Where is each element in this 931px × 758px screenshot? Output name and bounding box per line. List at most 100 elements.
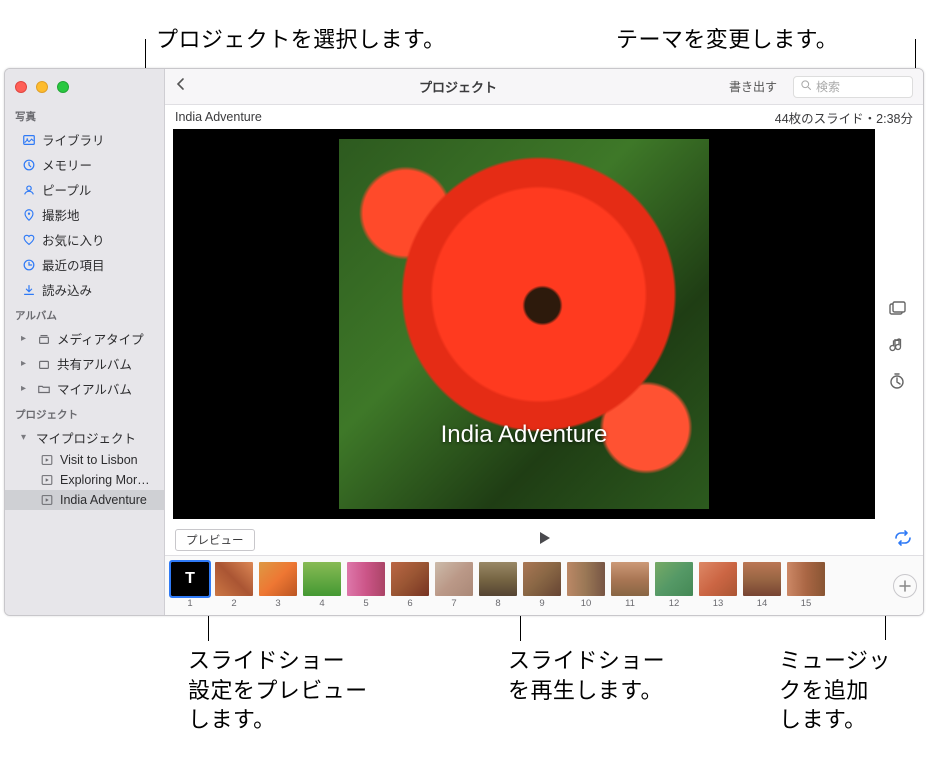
sidebar-item-label: Visit to Lisbon <box>60 453 138 467</box>
search-placeholder: 検索 <box>816 78 840 95</box>
preview-button[interactable]: プレビュー <box>175 529 255 551</box>
places-icon <box>21 208 36 222</box>
thumbnail-number: 12 <box>669 598 680 609</box>
chevron-down-icon: ▾ <box>21 432 30 443</box>
thumbnail-number: 14 <box>757 598 768 609</box>
export-button[interactable]: 書き出す <box>721 76 785 97</box>
controls-row: プレビュー <box>165 525 923 555</box>
sidebar-item-people[interactable]: ピープル <box>5 177 164 202</box>
thumbnail[interactable]: 8 <box>479 562 517 609</box>
library-icon <box>21 133 36 147</box>
thumbnail[interactable]: 11 <box>611 562 649 609</box>
slideshow-tools <box>879 129 915 519</box>
sidebar-item-my-projects[interactable]: ▾ マイプロジェクト <box>5 425 164 450</box>
music-button[interactable] <box>887 335 907 355</box>
current-slide-photo <box>339 139 709 509</box>
play-icon <box>39 493 54 507</box>
thumbnail-number: 2 <box>231 598 236 609</box>
thumbnail[interactable]: 2 <box>215 562 253 609</box>
sidebar-item-media-types[interactable]: ▸メディアタイプ <box>5 326 164 351</box>
sidebar-item-my-albums[interactable]: ▸ マイアルバム <box>5 376 164 401</box>
zoom-button[interactable] <box>57 81 69 93</box>
thumbnail[interactable]: 14 <box>743 562 781 609</box>
thumbnail-number: 13 <box>713 598 724 609</box>
sidebar-item-label: メディアタイプ <box>57 329 144 348</box>
annotation-music: ミュージッ クを追加 します。 <box>779 646 891 735</box>
sidebar-project-2[interactable]: Exploring Mor… <box>5 470 164 490</box>
loop-button[interactable] <box>893 530 913 551</box>
callout-line <box>208 616 209 641</box>
annotation-play: スライドショー を再生します。 <box>508 646 665 705</box>
thumbnail-title-slide[interactable]: 1 <box>171 562 209 609</box>
project-name: India Adventure <box>175 110 262 124</box>
thumbnail-number: 6 <box>407 598 412 609</box>
thumbnail[interactable]: 6 <box>391 562 429 609</box>
thumbnail-number: 1 <box>187 598 192 609</box>
sidebar-item-label: メモリー <box>42 155 92 174</box>
sidebar-project-1[interactable]: Visit to Lisbon <box>5 450 164 470</box>
people-icon <box>21 183 36 197</box>
thumbnail-number: 4 <box>319 598 324 609</box>
thumbnail[interactable]: 10 <box>567 562 605 609</box>
chevron-right-icon: ▸ <box>21 358 30 369</box>
sidebar-item-imports[interactable]: 読み込み <box>5 277 164 302</box>
toolbar: プロジェクト 書き出す 検索 <box>165 69 923 105</box>
annotation-change-theme: テーマを変更します。 <box>616 22 838 54</box>
thumbnail[interactable]: 13 <box>699 562 737 609</box>
play-button[interactable] <box>535 529 553 552</box>
search-field[interactable]: 検索 <box>793 76 913 98</box>
stack-icon <box>36 332 51 346</box>
annotation-preview: スライドショー 設定をプレビュー します。 <box>188 646 368 735</box>
sidebar-project-3[interactable]: India Adventure <box>5 490 164 510</box>
sidebar-item-label: 撮影地 <box>42 205 80 224</box>
heart-icon <box>21 233 36 247</box>
sidebar-item-label: India Adventure <box>60 493 147 507</box>
preview-area: India Adventure <box>165 129 923 525</box>
thumbnail[interactable]: 5 <box>347 562 385 609</box>
chevron-right-icon: ▸ <box>21 383 30 394</box>
sidebar: 写真 ライブラリ メモリー ピープル 撮影地 お気に入り 最近の項目 読み込み … <box>5 69 165 615</box>
toolbar-title: プロジェクト <box>203 77 713 96</box>
thumbnail-number: 11 <box>625 598 635 609</box>
thumbnail[interactable]: 4 <box>303 562 341 609</box>
thumbnail[interactable]: 15 <box>787 562 825 609</box>
close-button[interactable] <box>15 81 27 93</box>
thumbnail[interactable]: 3 <box>259 562 297 609</box>
thumbnail[interactable]: 7 <box>435 562 473 609</box>
sidebar-item-label: マイアルバム <box>57 379 132 398</box>
folder-icon <box>36 382 51 396</box>
sidebar-item-memories[interactable]: メモリー <box>5 152 164 177</box>
back-button[interactable] <box>175 77 195 96</box>
slideshow-stage: India Adventure <box>173 129 875 519</box>
thumbnail[interactable]: 12 <box>655 562 693 609</box>
sidebar-item-favorites[interactable]: お気に入り <box>5 227 164 252</box>
thumbnail-number: 8 <box>495 598 500 609</box>
window-controls <box>15 81 69 93</box>
slide-title: India Adventure <box>173 421 875 449</box>
thumbnail-number: 5 <box>363 598 368 609</box>
thumbnail[interactable]: 9 <box>523 562 561 609</box>
shared-icon <box>36 357 51 371</box>
thumbnail-number: 7 <box>451 598 456 609</box>
info-bar: India Adventure 44枚のスライド・2:38分 <box>165 105 923 129</box>
sidebar-item-label: 読み込み <box>42 280 92 299</box>
sidebar-item-recent[interactable]: 最近の項目 <box>5 252 164 277</box>
slideshow-status: 44枚のスライド・2:38分 <box>775 108 913 127</box>
sidebar-item-label: 共有アルバム <box>57 354 132 373</box>
sidebar-item-library[interactable]: ライブラリ <box>5 127 164 152</box>
play-icon <box>39 473 54 487</box>
sidebar-item-label: マイプロジェクト <box>36 428 136 447</box>
sidebar-section-photos: 写真 <box>5 103 164 127</box>
import-icon <box>21 283 36 297</box>
sidebar-item-shared[interactable]: ▸ 共有アルバム <box>5 351 164 376</box>
sidebar-item-label: Exploring Mor… <box>60 473 150 487</box>
sidebar-item-label: ピープル <box>42 180 91 199</box>
duration-button[interactable] <box>887 371 907 391</box>
app-window: 写真 ライブラリ メモリー ピープル 撮影地 お気に入り 最近の項目 読み込み … <box>4 68 924 616</box>
theme-button[interactable] <box>887 299 907 319</box>
main-content: プロジェクト 書き出す 検索 India Adventure 44枚のスライド・… <box>165 69 923 615</box>
minimize-button[interactable] <box>36 81 48 93</box>
add-slide-button[interactable] <box>893 574 917 598</box>
sidebar-item-places[interactable]: 撮影地 <box>5 202 164 227</box>
memories-icon <box>21 158 36 172</box>
